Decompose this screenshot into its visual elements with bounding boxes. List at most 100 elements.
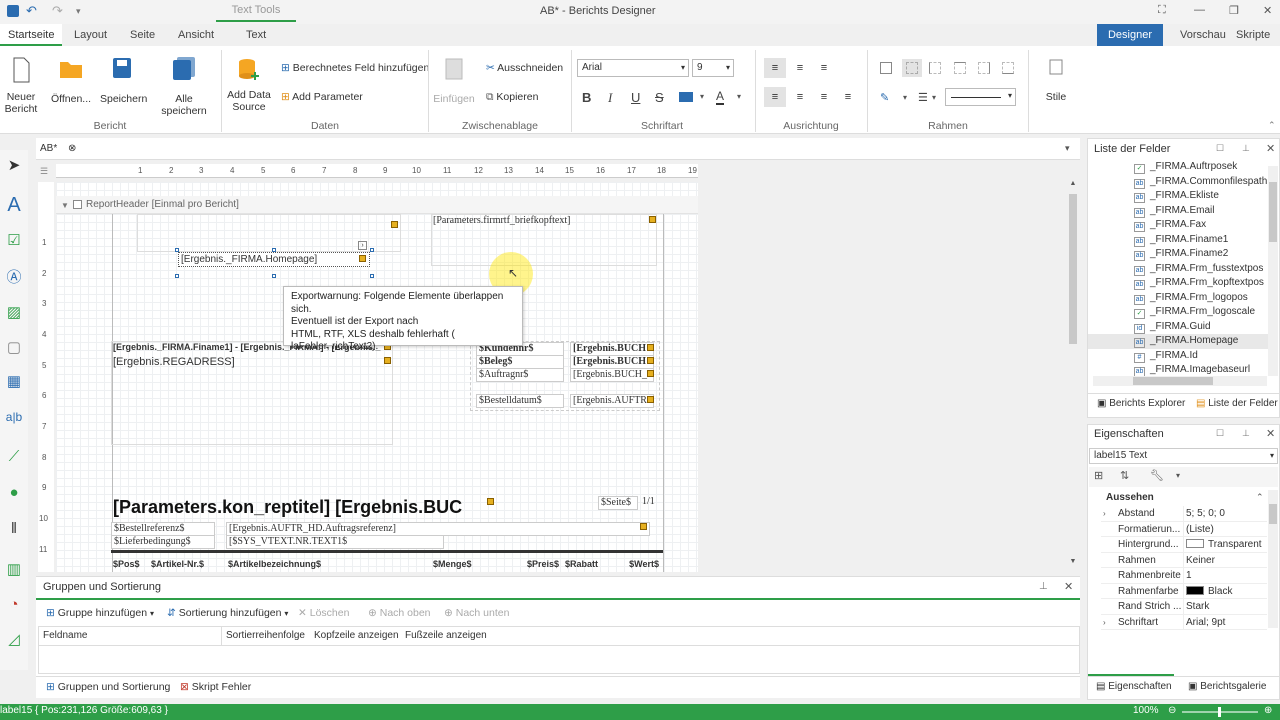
panel-tool-icon[interactable]: ▢	[4, 338, 24, 358]
chevron-down-icon[interactable]: ▾	[932, 93, 936, 102]
justify-icon[interactable]: ≡	[838, 87, 858, 107]
homepage-label-selected[interactable]: [Ergebnis._FIRMA.Homepage]	[178, 252, 370, 267]
tab-properties[interactable]: ▤ Eigenschaften	[1096, 681, 1172, 692]
tab-report-gallery[interactable]: ▣ Berichtsgalerie	[1188, 681, 1266, 692]
expand-icon[interactable]: ›	[358, 241, 367, 250]
vertical-scrollbar[interactable]: ▲ ▼	[1068, 180, 1078, 570]
column-feldname[interactable]: Feldname	[43, 630, 87, 641]
field-list-item[interactable]: ab _FIRMA.Frm_logopos	[1088, 291, 1268, 306]
align-bottom-icon[interactable]: ≡	[814, 58, 834, 78]
align-center-icon[interactable]: ≡	[790, 87, 810, 107]
property-row[interactable]: Rahmenbreite 1	[1101, 568, 1267, 584]
shape-tool-icon[interactable]: ●	[4, 484, 24, 504]
column-show-header[interactable]: Kopfzeile anzeigen	[314, 630, 399, 641]
smart-tag-icon[interactable]	[391, 221, 398, 228]
page-label[interactable]: $Seite$	[598, 496, 638, 510]
label-tool-icon[interactable]: A	[4, 194, 24, 216]
bold-icon[interactable]: B	[582, 90, 591, 105]
report-title-label[interactable]: [Parameters.kon_reptitel] [Ergebnis.BUC	[111, 496, 493, 518]
font-size-select[interactable]: 9 ▾	[692, 59, 734, 77]
redo-icon[interactable]: ↷	[52, 3, 63, 19]
tab-report-explorer[interactable]: ▣ Berichts Explorer	[1097, 398, 1185, 409]
sort-az-icon[interactable]: ⇅	[1120, 469, 1129, 482]
maximize-button[interactable]: ❐	[1229, 4, 1239, 17]
column-show-footer[interactable]: Fußzeile anzeigen	[405, 630, 487, 641]
resize-handle[interactable]	[272, 248, 276, 252]
border-style-select[interactable]: ▾	[945, 88, 1016, 106]
smart-tag-icon[interactable]	[649, 216, 656, 223]
resize-handle[interactable]	[370, 248, 374, 252]
chevron-down-icon[interactable]: ▾	[903, 93, 907, 102]
field-list-item[interactable]: ab _FIRMA.Commonfilespath	[1088, 175, 1268, 190]
column-sort-order[interactable]: Sortierreihenfolge	[226, 630, 305, 641]
field-list-item[interactable]: ab _FIRMA.Finame1	[1088, 233, 1268, 248]
save-all-button[interactable]: Alle speichern	[152, 56, 216, 117]
scroll-down-icon[interactable]: ▼	[1068, 558, 1078, 570]
border-bottom-icon[interactable]	[1002, 62, 1014, 74]
barcode-tool-icon[interactable]: ‖	[4, 520, 24, 540]
move-down-button[interactable]: ⊕ Nach unten	[444, 607, 509, 619]
border-left-icon[interactable]	[929, 62, 941, 74]
calculated-field-button[interactable]: ⊞ Berechnetes Feld hinzufügen	[281, 62, 429, 74]
scripts-view-button[interactable]: Skripte	[1228, 24, 1278, 46]
close-button[interactable]: ✕	[1263, 4, 1272, 17]
categorized-icon[interactable]: ⊞	[1094, 469, 1103, 482]
add-data-source-button[interactable]: Add Data Source	[226, 56, 272, 113]
field-list-item[interactable]: ab _FIRMA.Imagebaseurl	[1088, 363, 1268, 376]
copy-button[interactable]: ⧉ Kopieren	[486, 91, 538, 104]
expand-icon[interactable]: ›	[1103, 506, 1106, 522]
tab-list-dropdown-icon[interactable]: ▾	[1065, 143, 1070, 154]
border-width-icon[interactable]: ☰	[918, 91, 928, 104]
border-color-icon[interactable]: ✎	[880, 91, 889, 104]
property-value-cell[interactable]: (Liste)	[1183, 521, 1267, 537]
property-row[interactable]: Rand Strich ... Stark	[1101, 599, 1267, 615]
property-row[interactable]: › Abstand 5; 5; 0; 0	[1101, 506, 1267, 522]
tab-ansicht[interactable]: Ansicht	[170, 24, 222, 46]
collapse-band-icon[interactable]: ▼	[61, 201, 69, 210]
field-list-scrollbar[interactable]	[1268, 166, 1278, 376]
scroll-up-icon[interactable]: ▲	[1068, 180, 1078, 192]
field-list-item[interactable]: ab _FIRMA.Email	[1088, 204, 1268, 219]
picture-tool-icon[interactable]: ▨	[4, 303, 24, 323]
strikethrough-icon[interactable]: S	[655, 90, 664, 105]
property-row[interactable]: › Schriftart Arial; 9pt	[1101, 614, 1267, 630]
auftragnr-value[interactable]: [Ergebnis.BUCH_	[570, 368, 654, 382]
resize-handle[interactable]	[175, 274, 179, 278]
property-value-cell[interactable]: Black	[1183, 583, 1267, 599]
page-number[interactable]: 1/1	[640, 496, 662, 508]
selected-component-select[interactable]: label15 Text ▾	[1089, 448, 1278, 464]
tab-script-errors[interactable]: ⊠ Skript Fehler	[180, 681, 251, 693]
table-tool-icon[interactable]: ▦	[4, 372, 24, 392]
italic-icon[interactable]: I	[608, 90, 612, 106]
tab-text[interactable]: Text	[238, 24, 274, 46]
bestellreferenz-value[interactable]: [Ergebnis.AUFTR_HD.Auftragsreferenz]	[226, 522, 650, 536]
bestelldatum-label[interactable]: $Bestelldatum$	[476, 394, 564, 408]
properties-scrollbar[interactable]	[1268, 490, 1278, 628]
property-value-cell[interactable]: 1	[1183, 568, 1267, 584]
zoom-slider-thumb[interactable]	[1218, 707, 1221, 717]
close-icon[interactable]: ✕	[1064, 580, 1073, 593]
lieferbedingung-label[interactable]: $Lieferbedingung$	[111, 535, 215, 549]
regadress-label[interactable]: [Ergebnis.REGADRESS]	[111, 355, 391, 369]
align-right-icon[interactable]: ≡	[814, 87, 834, 107]
collapse-section-icon[interactable]: ⌃	[1256, 492, 1264, 503]
new-report-button[interactable]: Neuer Bericht	[2, 56, 40, 115]
auftragnr-label[interactable]: $Auftragnr$	[476, 368, 564, 382]
field-list-hscrollbar[interactable]	[1093, 376, 1267, 386]
tab-groups-sorting[interactable]: ⊞ Gruppen und Sortierung	[46, 681, 170, 693]
smart-tag-icon[interactable]	[359, 255, 366, 262]
property-value-cell[interactable]: Keiner	[1183, 552, 1267, 568]
scroll-thumb[interactable]	[1269, 504, 1277, 524]
field-list-item[interactable]: ab _FIRMA.Finame2	[1088, 247, 1268, 262]
richtext-tool-icon[interactable]: Ⓐ	[4, 266, 24, 286]
bestelldatum-value[interactable]: [Ergebnis.AUFTR	[570, 394, 654, 408]
field-list-item[interactable]: ab _FIRMA.Fax	[1088, 218, 1268, 233]
close-tab-icon[interactable]: ⊗	[68, 143, 76, 154]
font-family-select[interactable]: Arial ▾	[577, 59, 689, 77]
border-none-button[interactable]	[902, 59, 922, 77]
smart-tag-icon[interactable]	[487, 498, 494, 505]
add-sort-button[interactable]: ⇵ Sortierung hinzufügen ▾	[167, 607, 288, 619]
paste-button[interactable]: Einfügen	[432, 56, 476, 105]
styles-button[interactable]: Stile	[1036, 58, 1076, 103]
align-top-icon[interactable]: ≡	[764, 58, 786, 78]
